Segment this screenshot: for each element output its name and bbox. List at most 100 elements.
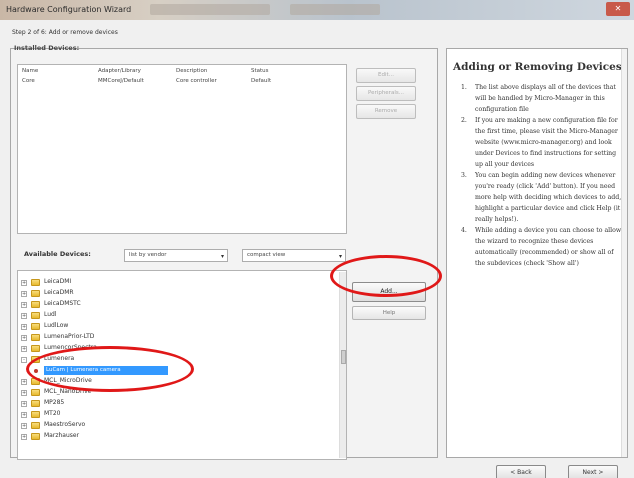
tree-item[interactable]: + Ludl <box>18 311 218 321</box>
tree-item[interactable]: + LudlLow <box>18 322 218 332</box>
installed-devices-table[interactable]: Name Adapter/Library Description Status … <box>17 64 347 234</box>
window-title: Hardware Configuration Wizard <box>6 5 132 14</box>
table-cell: Core <box>22 78 35 84</box>
close-icon: ✕ <box>614 4 622 13</box>
collapse-icon[interactable]: - <box>21 357 27 363</box>
help-item-text: While adding a device you can choose to … <box>475 227 622 267</box>
help-scrollbar[interactable] <box>621 49 627 457</box>
tree-item-label: LumencorSpectra <box>44 344 97 351</box>
help-item-text: You can begin adding new devices wheneve… <box>475 172 622 223</box>
selected-device-item[interactable]: LuCam | Lumenera camera <box>34 366 184 376</box>
column-header[interactable]: Name <box>22 68 38 74</box>
tree-item[interactable]: + Marzhauser <box>18 432 218 442</box>
tree-item[interactable]: + LeicaDMSTC <box>18 300 218 310</box>
tree-item[interactable]: + MCL_MicroDrive <box>18 377 218 387</box>
expand-icon[interactable]: + <box>21 401 27 407</box>
tree-item[interactable]: + LumenaPrior-LTD <box>18 333 218 343</box>
expand-icon[interactable]: + <box>21 434 27 440</box>
expand-icon[interactable]: + <box>21 390 27 396</box>
back-button[interactable]: < Back <box>496 465 546 478</box>
expand-icon[interactable]: + <box>21 346 27 352</box>
help-panel: Adding or Removing Devices 1. The list ab… <box>446 48 628 458</box>
tree-item[interactable]: + MCL_NanoDrive <box>18 388 218 398</box>
add-button[interactable]: Add... <box>352 282 426 302</box>
help-item: 2. If you are making a new configuration … <box>461 117 618 168</box>
table-cell: Default <box>251 78 272 84</box>
column-header[interactable]: Description <box>176 68 207 74</box>
expand-icon[interactable]: + <box>21 379 27 385</box>
available-devices-label: Available Devices: <box>24 250 91 258</box>
tree-scrollbar[interactable] <box>339 272 346 458</box>
tree-item-label: Marzhauser <box>44 432 80 439</box>
table-cell: MMCoreJ/Default <box>98 78 144 84</box>
blurred-title-region <box>150 4 270 15</box>
remove-button[interactable]: Remove <box>356 104 416 119</box>
device-icon <box>34 369 38 373</box>
tree-item-label: LeicaDMSTC <box>44 300 81 307</box>
step-label: Step 2 of 6: Add or remove devices <box>12 29 118 36</box>
help-button[interactable]: Help <box>352 306 426 320</box>
column-header[interactable]: Adapter/Library <box>98 68 141 74</box>
expand-icon[interactable]: + <box>21 324 27 330</box>
table-cell: Core controller <box>176 78 217 84</box>
expand-icon[interactable]: + <box>21 335 27 341</box>
view-dropdown[interactable]: compact view ▾ <box>242 249 346 262</box>
tree-item[interactable]: + MP285 <box>18 399 218 409</box>
folder-icon <box>31 411 40 418</box>
table-row[interactable]: Core MMCoreJ/Default Core controller Def… <box>18 78 346 88</box>
folder-icon <box>31 422 40 429</box>
installed-devices-label: Installed Devices: <box>14 44 80 52</box>
tree-item[interactable]: + MT20 <box>18 410 218 420</box>
tree-item-label: MCL_MicroDrive <box>44 377 92 384</box>
available-devices-tree[interactable]: + LeicaDMI + LeicaDMR + LeicaDMSTC + Ludl + L… <box>17 270 347 460</box>
next-button[interactable]: Next > <box>568 465 618 478</box>
expand-icon[interactable]: + <box>21 302 27 308</box>
tree-item-label: MT20 <box>44 410 61 417</box>
edit-button[interactable]: Edit... <box>356 68 416 83</box>
tree-item[interactable]: + LumencorSpectra <box>18 344 218 354</box>
tree-item-label: Lumenera <box>44 355 75 362</box>
expand-icon[interactable]: + <box>21 291 27 297</box>
table-header: Name Adapter/Library Description Status <box>18 68 346 78</box>
help-item: 1. The list above displays all of the dev… <box>461 84 616 113</box>
chevron-down-icon: ▾ <box>338 253 342 260</box>
tree-item[interactable]: + LeicaDMR <box>18 289 218 299</box>
help-title: Adding or Removing Devices <box>453 61 622 73</box>
tree-item[interactable]: + LeicaDMI <box>18 278 218 288</box>
tree-item-label: Ludl <box>44 311 57 318</box>
tree-item[interactable]: + MaestroServo <box>18 421 218 431</box>
close-button[interactable]: ✕ <box>606 2 630 16</box>
tree-item-label: LeicaDMR <box>44 289 74 296</box>
folder-icon <box>31 334 40 341</box>
expand-icon[interactable]: + <box>21 412 27 418</box>
folder-icon <box>31 290 40 297</box>
help-item-text: The list above displays all of the devic… <box>475 84 616 113</box>
help-list: 1. The list above displays all of the dev… <box>455 82 623 269</box>
folder-icon <box>31 378 40 385</box>
tree-item-label: LudlLow <box>44 322 69 329</box>
folder-icon <box>31 400 40 407</box>
wizard-window: Step 2 of 6: Add or remove devices Insta… <box>0 20 634 478</box>
folder-icon <box>31 301 40 308</box>
tree-item-label: MaestroServo <box>44 421 86 428</box>
blurred-title-region <box>290 4 380 15</box>
folder-icon <box>31 312 40 319</box>
folder-icon <box>31 279 40 286</box>
peripherals-button[interactable]: Peripherals... <box>356 86 416 101</box>
folder-icon <box>31 433 40 440</box>
tree-item-label: LumenaPrior-LTD <box>44 333 95 340</box>
folder-icon <box>31 323 40 330</box>
expand-icon[interactable]: + <box>21 423 27 429</box>
sort-dropdown-value: list by vendor <box>129 252 167 258</box>
tree-item-expanded[interactable]: - Lumenera <box>18 355 218 365</box>
view-dropdown-value: compact view <box>247 252 286 258</box>
expand-icon[interactable]: + <box>21 280 27 286</box>
expand-icon[interactable]: + <box>21 313 27 319</box>
folder-icon <box>31 345 40 352</box>
scrollbar-thumb[interactable] <box>341 350 346 364</box>
sort-dropdown[interactable]: list by vendor ▾ <box>124 249 228 262</box>
help-item-text: If you are making a new configuration fi… <box>475 117 618 168</box>
column-header[interactable]: Status <box>251 68 269 74</box>
help-item: 3. You can begin adding new devices whene… <box>461 172 622 223</box>
title-bar: Hardware Configuration Wizard ✕ <box>0 0 634 20</box>
